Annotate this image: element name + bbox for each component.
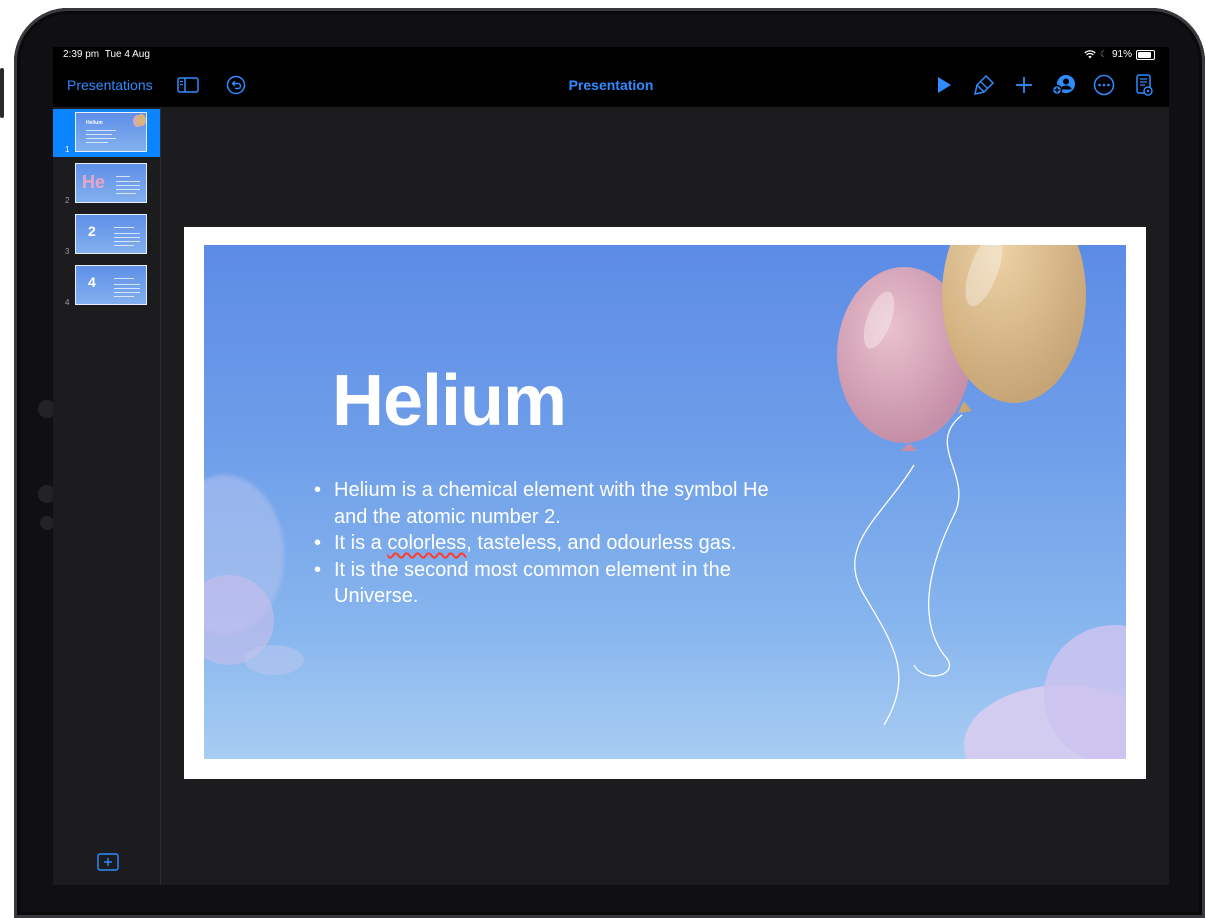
collaborate-button[interactable]	[1051, 72, 1077, 98]
slide-preview: He	[75, 163, 147, 203]
bullet-item: It is a colorless, tasteless, and odourl…	[312, 530, 772, 557]
slide-preview-title: 4	[88, 274, 96, 290]
slide-thumbnail-4[interactable]: 4 4	[53, 262, 160, 310]
misspelled-word[interactable]: colorless	[387, 532, 466, 554]
moon-icon: ☾	[1099, 49, 1108, 59]
slide-thumbnail-2[interactable]: 2 He	[53, 160, 160, 208]
add-icon	[1016, 77, 1032, 93]
volume-button	[0, 68, 4, 118]
toolbar-left: Presentations	[67, 63, 249, 107]
more-button[interactable]	[1091, 72, 1117, 98]
slide-number: 3	[65, 247, 70, 256]
slide-thumbnail-1[interactable]: 1 Helium	[53, 109, 160, 157]
slide-canvas: Helium Helium is a chemical element with…	[161, 107, 1169, 885]
slide-body-text[interactable]: Helium is a chemical element with the sy…	[312, 477, 772, 610]
add-button[interactable]	[1011, 72, 1037, 98]
slide-preview-title: He	[82, 172, 106, 192]
slide-title[interactable]: Helium	[332, 361, 567, 441]
more-icon	[1093, 74, 1115, 96]
slide-preview: 2	[75, 214, 147, 254]
bullet-item: Helium is a chemical element with the sy…	[312, 477, 772, 530]
add-slide-icon	[97, 853, 119, 871]
presentations-back-link[interactable]: Presentations	[67, 77, 153, 93]
format-brush-icon	[974, 74, 995, 95]
slide-navigator: 1 Helium 2 He 3 2 4 4	[53, 107, 161, 885]
wifi-icon	[1084, 50, 1096, 59]
status-time: 2:39 pm Tue 4 Aug	[63, 49, 150, 60]
sidebar-icon	[176, 77, 199, 93]
cloud-wisp	[244, 645, 304, 675]
slide-preview: Helium	[75, 112, 147, 152]
undo-button[interactable]	[223, 72, 249, 98]
slide-number: 4	[65, 298, 70, 307]
status-right: ☾ 91%	[1084, 49, 1155, 60]
bullet-item: It is the second most common element in …	[312, 557, 772, 610]
battery-percent: 91%	[1111, 49, 1132, 60]
format-button[interactable]	[971, 72, 997, 98]
undo-icon	[226, 75, 245, 95]
toolbar: Presentations Presentation	[53, 63, 1169, 107]
sidebar-toggle-button[interactable]	[175, 72, 201, 98]
slide-number: 1	[65, 145, 70, 154]
toolbar-right	[931, 63, 1157, 107]
balloons-illustration	[837, 245, 1086, 726]
sensor-dot-small	[40, 516, 54, 530]
document-options-button[interactable]	[1131, 72, 1157, 98]
slide-thumbnail-3[interactable]: 3 2	[53, 211, 160, 259]
play-icon	[938, 77, 951, 93]
collaborate-icon	[1052, 75, 1075, 96]
slide-preview-title: 2	[88, 223, 96, 239]
slide-number: 2	[65, 196, 70, 205]
current-slide[interactable]: Helium Helium is a chemical element with…	[204, 245, 1126, 759]
slide-preview-title: Helium	[86, 120, 103, 126]
slide-preview: 4	[75, 265, 147, 305]
screen: 2:39 pm Tue 4 Aug ☾ 91% Presentations Pr…	[53, 47, 1169, 885]
status-bar: 2:39 pm Tue 4 Aug ☾ 91%	[53, 47, 1169, 63]
slide-frame[interactable]: Helium Helium is a chemical element with…	[184, 227, 1146, 779]
play-button[interactable]	[931, 72, 957, 98]
battery-icon	[1136, 49, 1155, 60]
add-slide-button[interactable]	[95, 849, 121, 875]
document-icon	[1136, 74, 1153, 96]
